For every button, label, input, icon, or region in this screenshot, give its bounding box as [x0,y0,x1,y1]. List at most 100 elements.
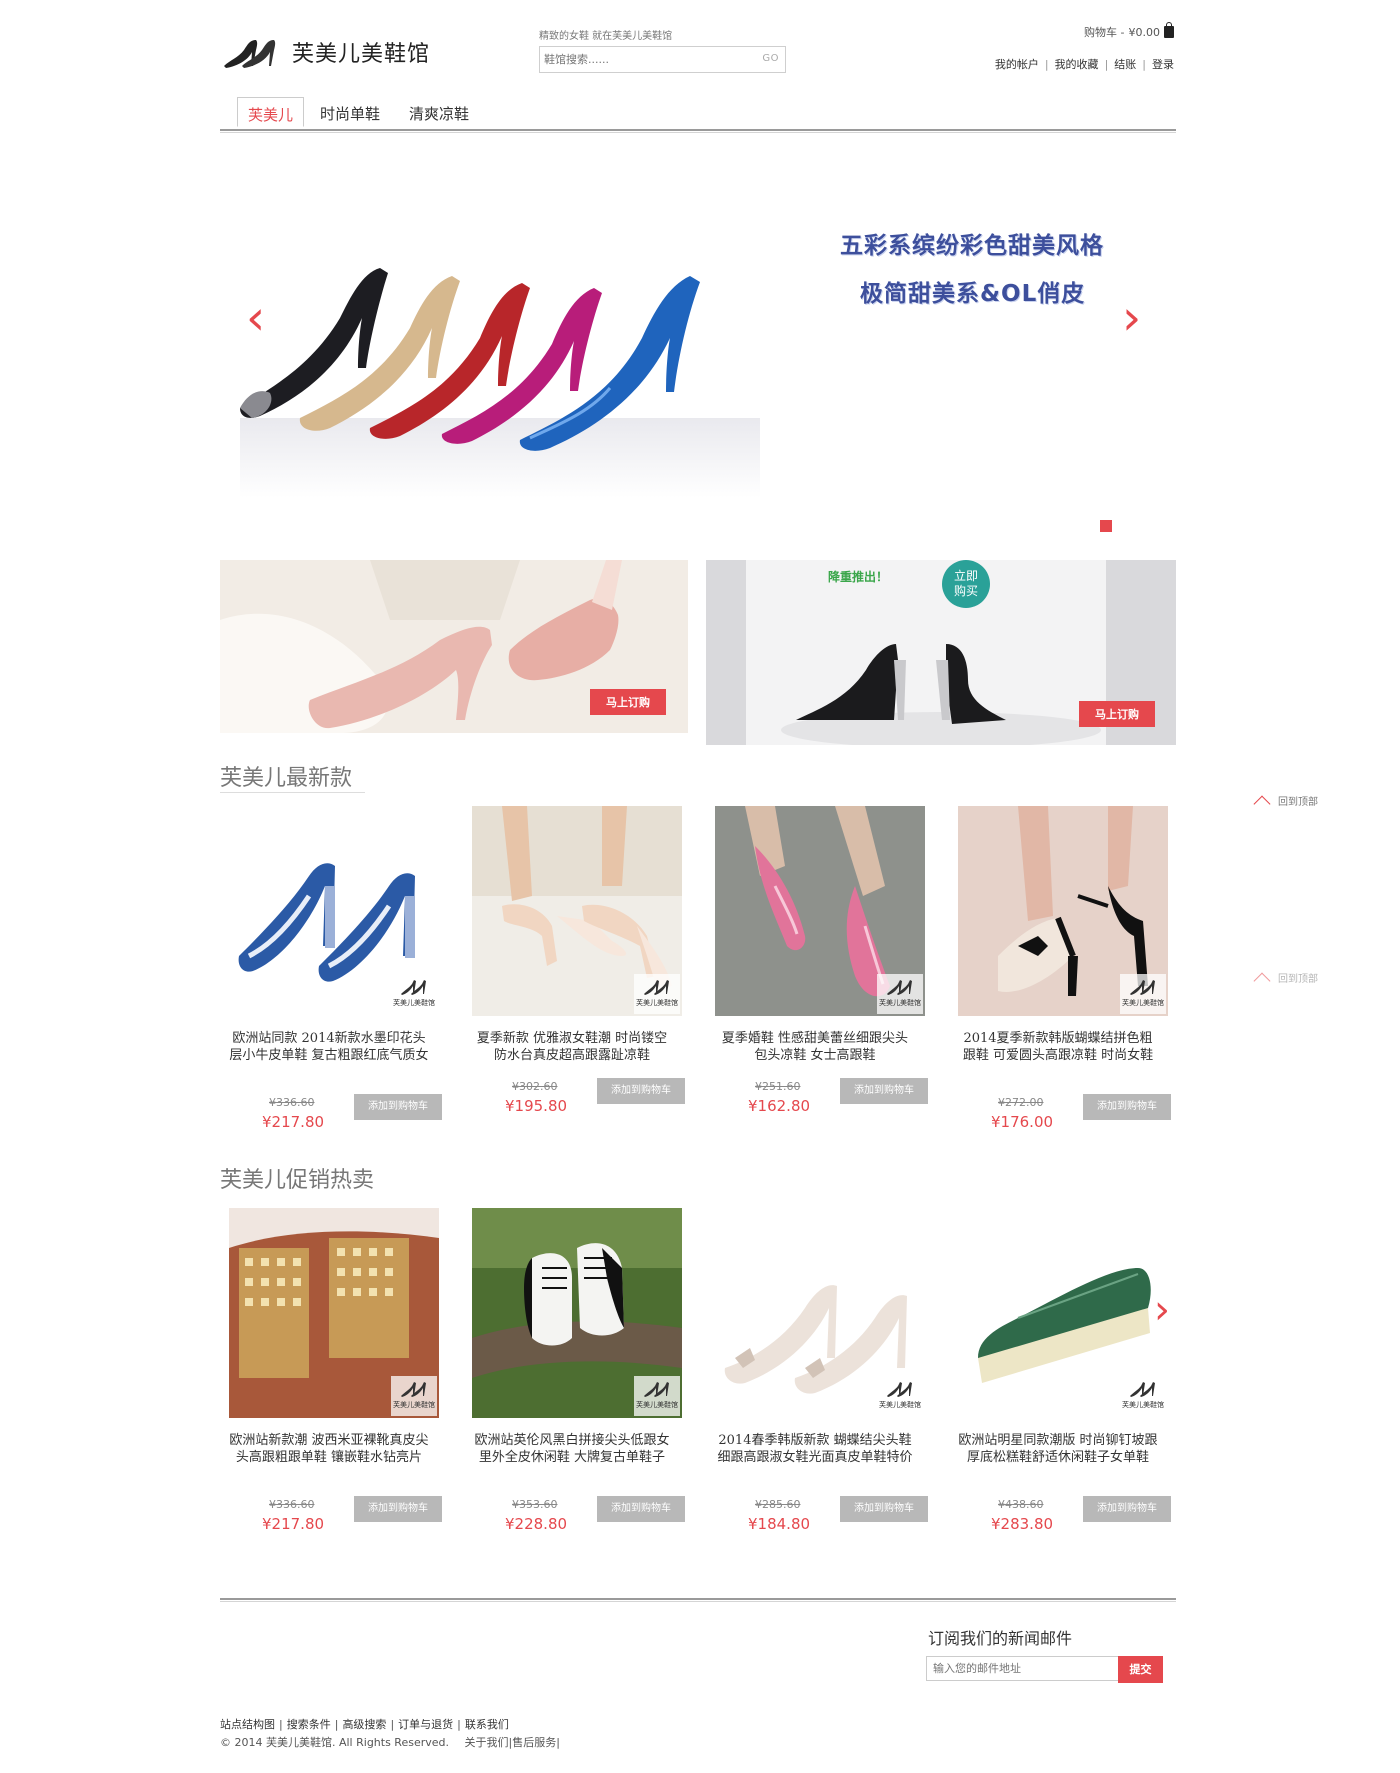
cart-label: 购物车 - [1084,26,1125,39]
banner-prev-arrow[interactable]: ‹ [246,294,265,342]
product-old-price: ¥336.60 [269,1498,315,1511]
separator: | [457,1718,461,1731]
product-name[interactable]: 欧洲站英伦风黑白拼接尖头低跟女 里外全皮休闲鞋 大牌复古单鞋子 [472,1432,672,1466]
watermark: 芙美儿美鞋馆 [391,974,437,1014]
link-login[interactable]: 登录 [1152,58,1174,71]
footer-link-contact[interactable]: 联系我们 [465,1718,509,1731]
product-old-price: ¥251.60 [755,1080,801,1093]
newsletter-email-input[interactable] [926,1656,1119,1681]
link-my-account[interactable]: 我的帐户 [995,58,1039,71]
product-name[interactable]: 欧洲站新款潮 波西米亚裸靴真皮尖头高跟粗跟单鞋 镶嵌鞋水钻亮片 [229,1432,429,1466]
product-name[interactable]: 欧洲站同款 2014新款水墨印花头层小牛皮单鞋 复古粗跟红底气质女 [229,1030,429,1064]
banner-pagination-dot[interactable] [1100,520,1112,532]
product-image[interactable]: 芙美儿美鞋馆 [229,806,439,1016]
link-my-favorites[interactable]: 我的收藏 [1055,58,1099,71]
product-old-price: ¥353.60 [512,1498,558,1511]
add-to-cart-button[interactable]: 添加到购物车 [840,1496,928,1522]
separator: | [1142,58,1146,71]
product-name[interactable]: 夏季新款 优雅淑女鞋潮 时尚镂空防水台真皮超高跟露趾凉鞋 [472,1030,672,1064]
shopping-bag-icon [1164,22,1174,38]
search-input[interactable] [544,50,744,69]
search-go-button[interactable]: GO [762,53,779,64]
add-to-cart-button[interactable]: 添加到购物车 [354,1496,442,1522]
footer-link-sitemap[interactable]: 站点结构图 [220,1718,275,1731]
product-image[interactable]: 芙美儿美鞋馆 [958,806,1168,1016]
chevron-up-icon [1253,972,1271,990]
badge-line2: 购买 [953,584,978,598]
watermark-text: 芙美儿美鞋馆 [1122,1401,1164,1409]
promo-tile-pink-heels[interactable]: 马上订购 [220,560,688,733]
footer-link-about[interactable]: 关于我们 [465,1736,509,1749]
watermark-text: 芙美儿美鞋馆 [879,999,921,1007]
footer-link-orders-returns[interactable]: 订单与退货 [398,1718,453,1731]
back-to-top-label: 回到顶部 [1278,973,1318,985]
heels-logo-icon [887,980,912,995]
add-to-cart-button[interactable]: 添加到购物车 [597,1496,685,1522]
watermark-text: 芙美儿美鞋馆 [393,999,435,1007]
footer-link-search-terms[interactable]: 搜索条件 [287,1718,331,1731]
back-to-top-label: 回到顶部 [1278,796,1318,808]
add-to-cart-button[interactable]: 添加到购物车 [597,1078,685,1104]
product-image[interactable]: 芙美儿美鞋馆 [472,806,682,1016]
product-old-price: ¥285.60 [755,1498,801,1511]
product-old-price: ¥302.60 [512,1080,558,1093]
logo-text: 芙美儿美鞋馆 [292,42,431,67]
promo-tile-black-heels[interactable]: 降重推出！ 立即 购买 马上订购 [706,560,1176,745]
separator: | [556,1736,560,1749]
watermark: 芙美儿美鞋馆 [391,1376,437,1416]
product-image[interactable]: 芙美儿美鞋馆 [715,1208,925,1418]
link-checkout[interactable]: 结账 [1114,58,1136,71]
product-card: 芙美儿美鞋馆 2014春季韩版新款 蝴蝶结尖头鞋 细跟高跟淑女鞋光面真皮单鞋特价… [715,1208,928,1533]
product-image[interactable]: 芙美儿美鞋馆 [715,806,925,1016]
promo-order-button[interactable]: 马上订购 [590,689,666,715]
watermark-text: 芙美儿美鞋馆 [1122,999,1164,1007]
account-links: 我的帐户 | 我的收藏 | 结账 | 登录 [995,56,1174,72]
banner-shoes-image [240,268,760,498]
product-old-price: ¥336.60 [269,1096,315,1109]
newsletter-submit-button[interactable]: 提交 [1118,1656,1163,1683]
product-old-price: ¥272.00 [998,1096,1044,1109]
product-card: 芙美儿美鞋馆 欧洲站同款 2014新款水墨印花头层小牛皮单鞋 复古粗跟红底气质女… [229,806,442,1131]
promo-tag: 降重推出！ [828,570,889,584]
product-card: 芙美儿美鞋馆 夏季婚鞋 性感甜美蕾丝细跟尖头 包头凉鞋 女士高跟鞋 ¥251.6… [715,806,928,1115]
site-logo[interactable]: 芙美儿美鞋馆 [220,30,450,74]
footer-link-advanced-search[interactable]: 高级搜索 [342,1718,386,1731]
watermark: 芙美儿美鞋馆 [634,1376,680,1416]
product-old-price: ¥438.60 [998,1498,1044,1511]
back-to-top-button[interactable]: 回到顶部 [1253,790,1318,813]
product-name[interactable]: 2014春季韩版新款 蝴蝶结尖头鞋 细跟高跟淑女鞋光面真皮单鞋特价 [715,1432,915,1466]
promo-order-button[interactable]: 马上订购 [1079,701,1155,727]
back-to-top-button[interactable]: 回到顶部 [1253,967,1318,990]
copyright-row: © 2014 芙美儿美鞋馆. All Rights Reserved. 关于我们… [220,1734,560,1750]
product-card: 芙美儿美鞋馆 › 欧洲站明星同款潮版 时尚铆钉坡跟厚底松糕鞋舒适休闲鞋子女单鞋 … [958,1208,1171,1533]
carousel-next-arrow[interactable]: › [1154,1290,1168,1330]
watermark: 芙美儿美鞋馆 [1120,1376,1166,1416]
watermark-text: 芙美儿美鞋馆 [636,999,678,1007]
nav-tab-home[interactable]: 芙美儿 [237,97,305,127]
product-image[interactable]: 芙美儿美鞋馆 [472,1208,682,1418]
product-card: 芙美儿美鞋馆 欧洲站英伦风黑白拼接尖头低跟女 里外全皮休闲鞋 大牌复古单鞋子 ¥… [472,1208,685,1533]
nav-tab-fashion-shoes[interactable]: 时尚单鞋 [310,97,390,127]
product-name[interactable]: 夏季婚鞋 性感甜美蕾丝细跟尖头 包头凉鞋 女士高跟鞋 [715,1030,915,1064]
add-to-cart-button[interactable]: 添加到购物车 [354,1094,442,1120]
product-image[interactable]: 芙美儿美鞋馆 › [958,1208,1168,1418]
product-image[interactable]: 芙美儿美鞋馆 [229,1208,439,1418]
heels-logo-icon [644,980,669,995]
add-to-cart-button[interactable]: 添加到购物车 [840,1078,928,1104]
add-to-cart-button[interactable]: 添加到购物车 [1083,1496,1171,1522]
heels-logo-icon [224,40,276,68]
product-price: ¥217.80 [262,1113,325,1131]
product-name[interactable]: 2014夏季新款韩版蝴蝶结拼色粗跟鞋 可爱圆头高跟凉鞋 时尚女鞋 [958,1030,1158,1064]
product-price: ¥283.80 [991,1515,1054,1533]
add-to-cart-button[interactable]: 添加到购物车 [1083,1094,1171,1120]
footer-link-after-sales[interactable]: 售后服务 [512,1736,556,1749]
buy-now-badge[interactable]: 立即 购买 [942,560,990,608]
nav-tab-sandals[interactable]: 清爽凉鞋 [399,97,479,127]
banner-next-arrow[interactable]: › [1122,294,1141,342]
hero-banner: 五彩系缤纷彩色甜美风格 极简甜美系&OL俏皮 ‹ › [220,138,1176,538]
separator: | [279,1718,283,1731]
cart-summary[interactable]: 购物车 - ¥0.00 [1084,22,1174,40]
product-name[interactable]: 欧洲站明星同款潮版 时尚铆钉坡跟厚底松糕鞋舒适休闲鞋子女单鞋 [958,1432,1158,1466]
nav-divider [220,129,1176,133]
badge-line1: 立即 [953,569,978,583]
